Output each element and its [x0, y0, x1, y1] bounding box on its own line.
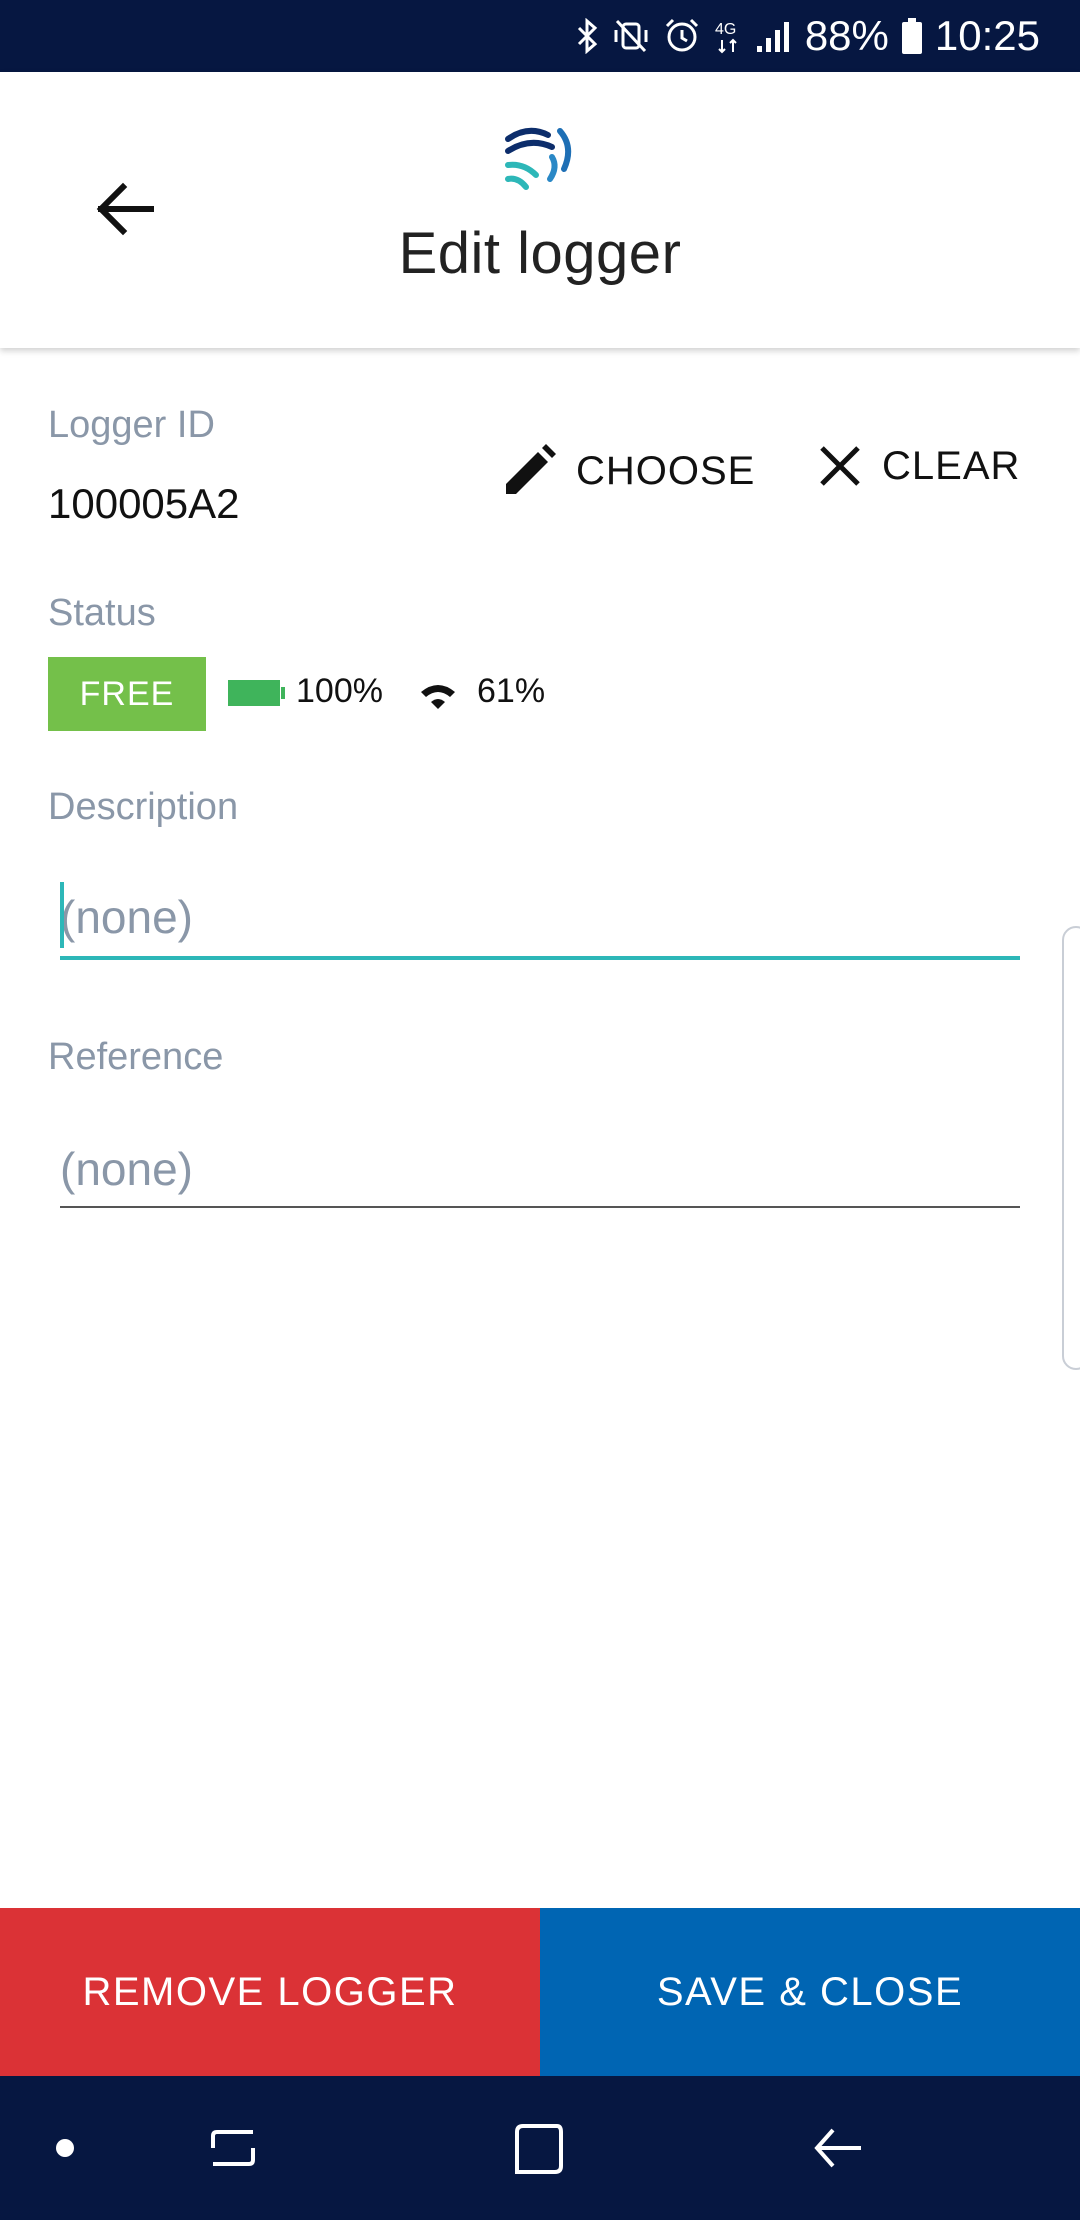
wifi-icon — [418, 678, 458, 717]
back-arrow-icon — [814, 2128, 861, 2168]
nav-back-button[interactable] — [794, 2076, 880, 2220]
clock: 10:25 — [934, 12, 1040, 59]
app-bar: Edit logger — [0, 72, 1080, 348]
dot-icon — [56, 2139, 74, 2157]
vibrate-mute-icon — [611, 18, 651, 54]
home-icon — [515, 2124, 563, 2174]
description-label: Description — [48, 786, 239, 828]
choose-label: CHOOSE — [576, 448, 756, 493]
alarm-icon — [663, 17, 701, 55]
clear-label: CLEAR — [882, 443, 1021, 488]
reference-underline — [60, 1206, 1020, 1208]
battery-value: 100% — [296, 672, 383, 710]
scroll-handle[interactable] — [1062, 926, 1080, 1370]
recent-apps-button[interactable] — [190, 2076, 276, 2220]
choose-button[interactable]: CHOOSE — [500, 442, 755, 500]
battery-percent: 88% — [804, 12, 889, 59]
network-4g-icon: 4G — [713, 16, 743, 56]
status-badge: FREE — [48, 657, 206, 731]
signal-icon — [755, 18, 793, 54]
reference-label: Reference — [48, 1036, 224, 1078]
bluetooth-icon — [575, 18, 599, 54]
recent-apps-icon — [211, 2130, 255, 2166]
clear-button[interactable]: CLEAR — [816, 442, 1020, 490]
svg-text:4G: 4G — [715, 21, 736, 38]
home-button[interactable] — [494, 2076, 580, 2220]
status-label: Status — [48, 592, 156, 634]
save-close-button[interactable]: SAVE & CLOSE — [540, 1908, 1080, 2076]
battery-icon — [901, 17, 923, 55]
signal-value: 61% — [477, 672, 546, 710]
pencil-icon — [506, 444, 556, 494]
description-input[interactable] — [60, 882, 1020, 952]
logger-id-label: Logger ID — [48, 404, 215, 446]
page-title: Edit logger — [398, 221, 682, 286]
status-bar: 4G 88% 10:25 — [0, 0, 1080, 72]
nav-dot-button[interactable] — [30, 2076, 100, 2220]
remove-logger-button[interactable]: REMOVE LOGGER — [0, 1908, 540, 2076]
reference-input[interactable] — [60, 1134, 1020, 1204]
logger-id-value: 100005A2 — [48, 480, 240, 527]
description-underline — [60, 956, 1020, 960]
system-nav-bar — [0, 2076, 1080, 2220]
close-icon — [820, 446, 860, 486]
battery-level-icon — [228, 680, 285, 706]
app-logo-icon — [500, 117, 580, 197]
status-icons: 4G 88% 10:25 — [575, 0, 1040, 72]
text-cursor — [60, 882, 64, 948]
bottom-actions: REMOVE LOGGER SAVE & CLOSE — [0, 1908, 1080, 2076]
